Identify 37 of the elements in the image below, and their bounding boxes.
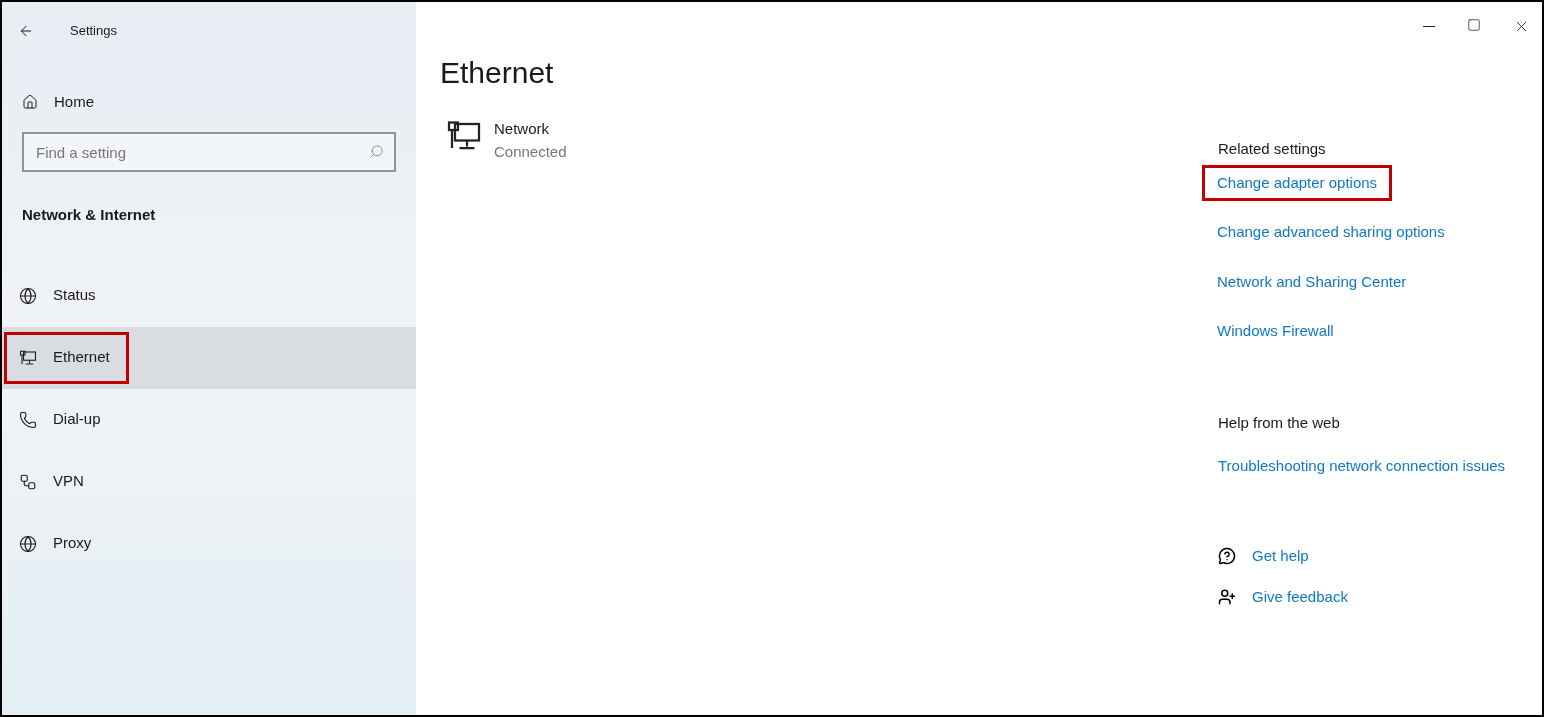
nav-label: VPN bbox=[4, 455, 103, 508]
settings-link[interactable]: Windows Firewall bbox=[1202, 313, 1349, 350]
search-icon bbox=[369, 144, 384, 159]
get-help-link[interactable]: Get help bbox=[1218, 545, 1348, 568]
globe-icon bbox=[19, 286, 37, 305]
settings-link[interactable]: Change adapter options bbox=[1202, 164, 1393, 201]
nav-item[interactable]: Status bbox=[2, 264, 416, 327]
section-heading: Network & Internet bbox=[21, 205, 157, 225]
settings-link[interactable]: Network and Sharing Center bbox=[1202, 263, 1422, 300]
chat-question-icon bbox=[1218, 547, 1236, 566]
help-link[interactable]: Troubleshooting network connection issues bbox=[1218, 454, 1508, 477]
computer-icon bbox=[19, 348, 37, 367]
home-link[interactable]: Home bbox=[2, 80, 416, 124]
window-title: Settings bbox=[70, 22, 117, 41]
nav-label: Dial-up bbox=[4, 393, 120, 446]
maximize-icon bbox=[1467, 18, 1481, 32]
maximize-button[interactable] bbox=[1467, 18, 1481, 32]
feedback-link[interactable]: Give feedback bbox=[1218, 585, 1348, 608]
settings-link[interactable]: Change advanced sharing options bbox=[1202, 214, 1460, 251]
section-heading: Related settings bbox=[1218, 139, 1326, 159]
minimize-icon bbox=[1423, 25, 1435, 27]
phone-icon bbox=[19, 410, 37, 429]
globe-icon bbox=[19, 534, 37, 553]
nav-label: Proxy bbox=[4, 517, 111, 570]
nav-item[interactable]: VPN bbox=[2, 450, 416, 513]
nav-item[interactable]: Dial-up bbox=[2, 388, 416, 451]
nav-label: Ethernet bbox=[4, 331, 129, 384]
nav-item[interactable]: Proxy bbox=[2, 512, 416, 575]
search-field[interactable]: Find a setting bbox=[22, 132, 396, 172]
network-item[interactable]: Network Connected bbox=[446, 118, 567, 163]
network-icon bbox=[19, 472, 37, 491]
person-icon bbox=[1218, 587, 1236, 606]
nav-label: Status bbox=[4, 269, 115, 322]
nav-item[interactable]: Ethernet bbox=[2, 326, 416, 389]
section-heading: Help from the web bbox=[1218, 412, 1340, 433]
page-title: Ethernet bbox=[440, 58, 555, 88]
home-icon bbox=[22, 94, 38, 110]
